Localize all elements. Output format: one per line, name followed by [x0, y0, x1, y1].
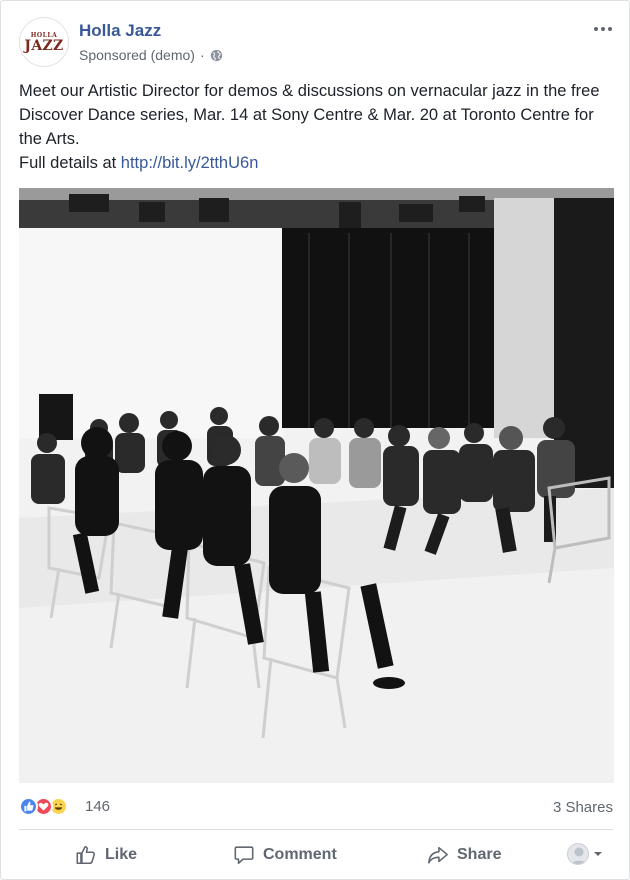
shares-count[interactable]: 3 Shares: [553, 799, 613, 816]
share-button[interactable]: Share: [427, 835, 501, 875]
speaker: [39, 394, 73, 440]
more-dot: [594, 27, 598, 31]
share-label: Share: [457, 846, 502, 863]
dance-workshop-photo: [19, 188, 614, 783]
like-label: Like: [105, 846, 138, 863]
comment-icon: [234, 846, 254, 865]
post-actions: Like Comment Share: [19, 835, 613, 875]
post-photo[interactable]: [19, 188, 614, 783]
post-stats: 146 3 Shares: [19, 797, 613, 819]
page-name-link[interactable]: Holla Jazz: [79, 21, 161, 41]
post-header: HOLLA JAZZ Holla Jazz Sponsored (demo) ·: [19, 17, 615, 73]
page-avatar[interactable]: HOLLA JAZZ: [19, 17, 69, 67]
more-dot: [601, 27, 605, 31]
sponsored-label[interactable]: Sponsored (demo): [79, 47, 195, 63]
avatar-logo-line2: JAZZ: [24, 37, 64, 54]
brick-wall: [494, 198, 554, 438]
reaction-count[interactable]: 146: [85, 798, 110, 815]
more-dot: [608, 27, 612, 31]
comment-label: Comment: [263, 846, 337, 863]
post-body-text: Meet our Artistic Director for demos & d…: [19, 82, 600, 148]
like-button[interactable]: Like: [75, 835, 137, 875]
viewer-selector[interactable]: [567, 843, 603, 865]
caret-down-icon: [594, 852, 602, 856]
post-text: Meet our Artistic Director for demos & d…: [19, 79, 613, 175]
sponsored-post-card: HOLLA JAZZ Holla Jazz Sponsored (demo) ·…: [0, 0, 630, 880]
comment-button[interactable]: Comment: [233, 835, 337, 875]
like-reaction-icon: [19, 797, 38, 816]
viewer-avatar-icon: [567, 843, 589, 865]
meta-separator: ·: [199, 47, 205, 63]
details-link[interactable]: http://bit.ly/2tthU6n: [121, 154, 259, 172]
black-curtain: [282, 228, 494, 428]
details-prefix: Full details at: [19, 154, 121, 172]
globe-icon[interactable]: [210, 49, 223, 62]
stats-divider: [19, 829, 613, 830]
share-arrow-icon: [428, 846, 448, 864]
more-options-icon[interactable]: [591, 19, 615, 39]
post-meta: Sponsored (demo) ·: [79, 47, 223, 63]
reaction-summary[interactable]: [19, 797, 68, 816]
thumbs-up-icon: [76, 845, 96, 865]
